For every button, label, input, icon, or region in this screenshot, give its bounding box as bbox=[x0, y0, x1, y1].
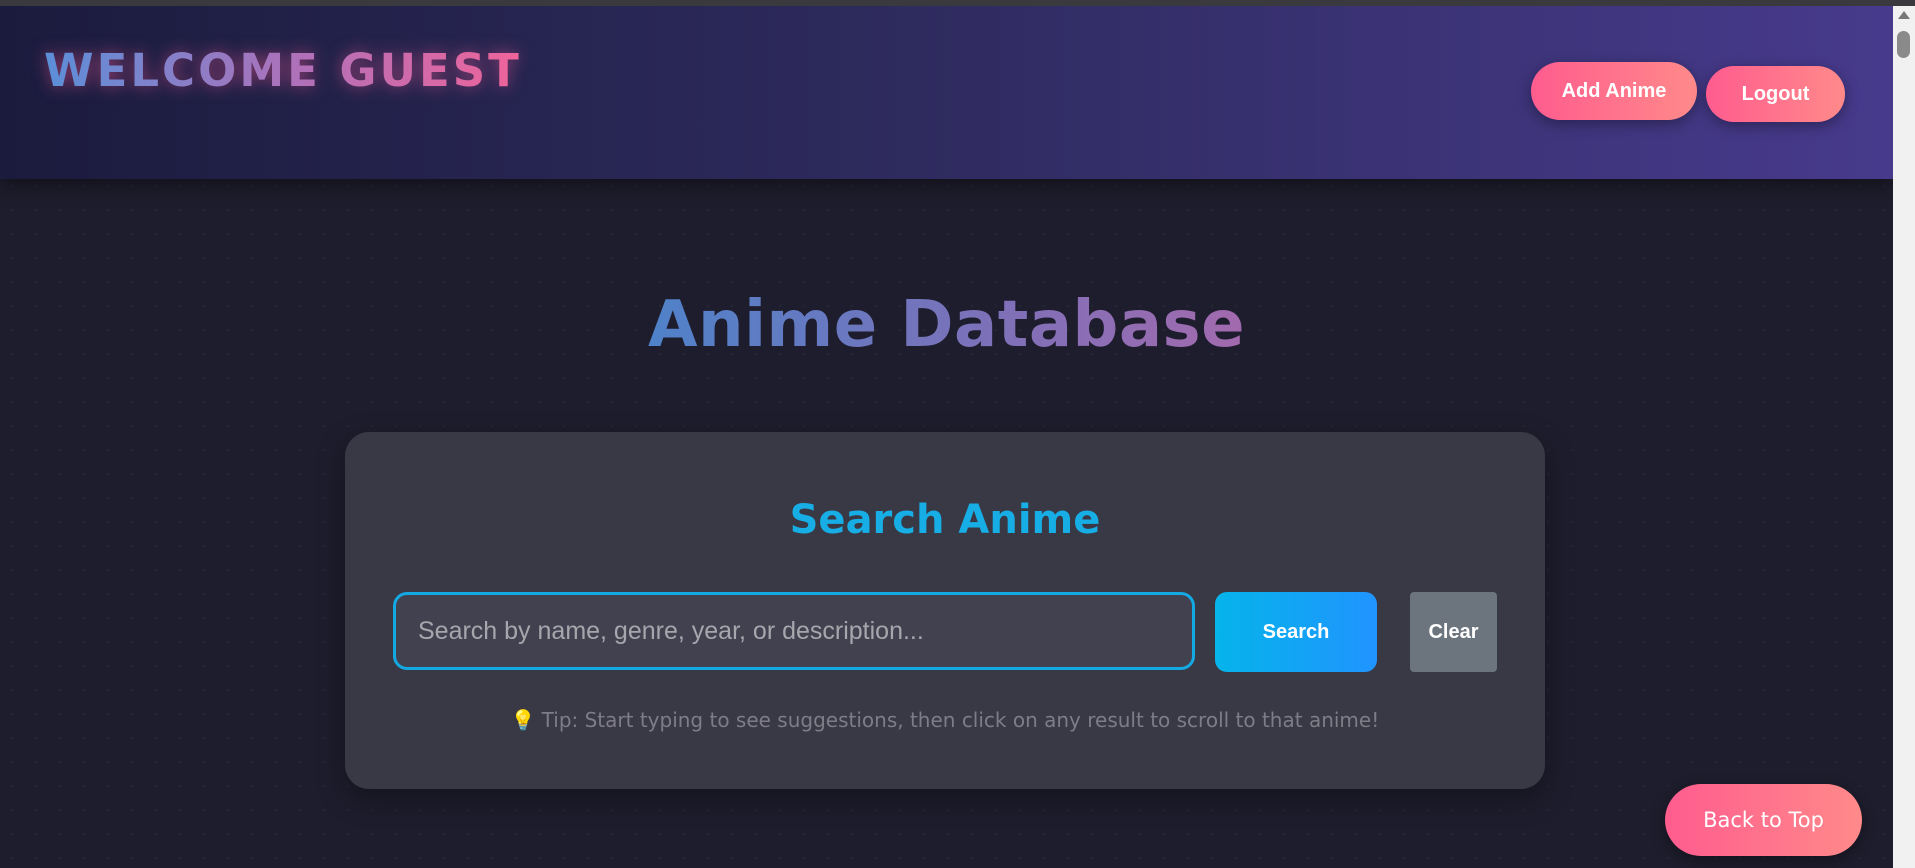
logout-button[interactable]: Logout bbox=[1706, 66, 1845, 122]
welcome-title: WELCOME GUEST bbox=[44, 44, 522, 97]
search-input[interactable] bbox=[393, 592, 1195, 670]
vertical-scrollbar[interactable] bbox=[1893, 6, 1915, 868]
search-heading: Search Anime bbox=[789, 497, 1101, 543]
site-header: WELCOME GUEST Add Anime Logout bbox=[0, 6, 1893, 179]
search-tip: 💡 Tip: Start typing to see suggestions, … bbox=[345, 708, 1545, 732]
search-card: Search Anime Search Clear 💡 Tip: Start t… bbox=[345, 432, 1545, 789]
scrollbar-thumb[interactable] bbox=[1897, 31, 1910, 58]
scroll-up-arrow-icon[interactable] bbox=[1898, 11, 1910, 19]
search-tip-text: Tip: Start typing to see suggestions, th… bbox=[541, 708, 1380, 732]
page: WELCOME GUEST Add Anime Logout Anime Dat… bbox=[0, 6, 1893, 868]
back-to-top-button[interactable]: Back to Top bbox=[1665, 784, 1862, 856]
search-button[interactable]: Search bbox=[1215, 592, 1377, 672]
lightbulb-icon: 💡 bbox=[510, 708, 536, 732]
page-title: Anime Database bbox=[0, 288, 1893, 362]
clear-button[interactable]: Clear bbox=[1410, 592, 1497, 672]
add-anime-button[interactable]: Add Anime bbox=[1531, 62, 1697, 120]
page-title-text: Anime Database bbox=[648, 288, 1245, 362]
